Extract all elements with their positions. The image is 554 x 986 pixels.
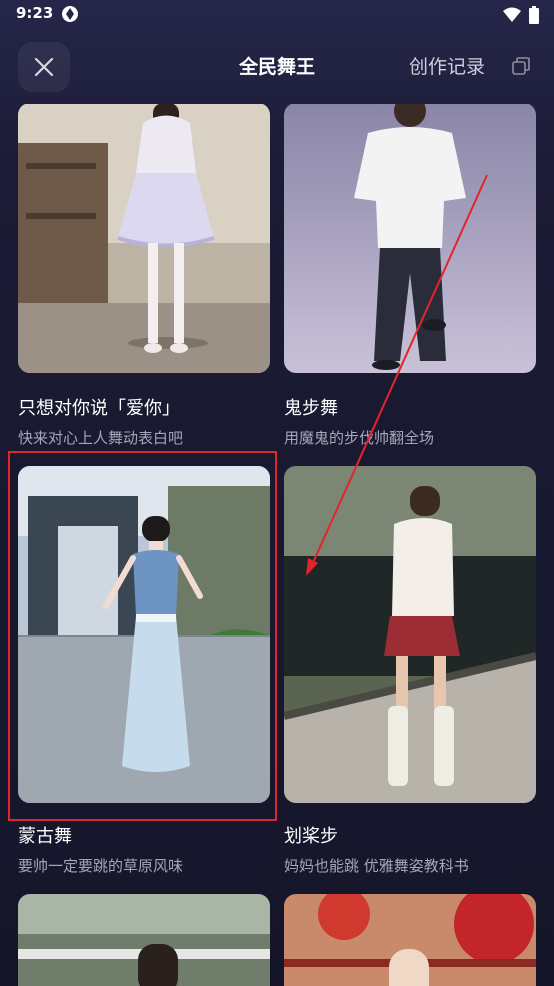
template-title: 划桨步 <box>284 826 338 847</box>
template-thumbnail[interactable] <box>284 466 536 803</box>
template-thumbnail[interactable] <box>284 104 536 373</box>
highlight-box <box>8 451 277 821</box>
template-subtitle: 用魔鬼的步伐帅翻全场 <box>284 429 435 447</box>
template-subtitle: 要帅一定要跳的草原风味 <box>18 857 184 875</box>
battery-icon <box>529 6 539 24</box>
top-bar: 全民舞王 创作记录 <box>0 34 554 98</box>
template-subtitle: 快来对心上人舞动表白吧 <box>18 429 184 447</box>
copy-icon[interactable] <box>511 56 531 76</box>
template-card[interactable]: 划桨步 妈妈也能跳 优雅舞姿教科书 <box>284 466 536 875</box>
template-title: 鬼步舞 <box>284 398 338 419</box>
template-title: 只想对你说「爱你」 <box>18 398 180 419</box>
status-time: 9:23 <box>16 4 54 22</box>
status-bar: 9:23 <box>0 0 554 30</box>
template-thumbnail[interactable] <box>18 104 270 373</box>
template-card[interactable] <box>284 894 536 986</box>
template-card[interactable]: 鬼步舞 用魔鬼的步伐帅翻全场 <box>284 104 536 447</box>
wifi-icon <box>503 7 521 22</box>
creation-record-link[interactable]: 创作记录 <box>409 52 485 79</box>
template-subtitle: 妈妈也能跳 优雅舞姿教科书 <box>284 857 469 875</box>
template-title: 蒙古舞 <box>18 826 72 847</box>
template-thumbnail[interactable] <box>284 894 536 986</box>
template-card[interactable]: 只想对你说「爱你」 快来对心上人舞动表白吧 <box>18 104 270 447</box>
template-card[interactable] <box>18 894 270 986</box>
app-notification-icon <box>62 6 78 22</box>
template-thumbnail[interactable] <box>18 894 270 986</box>
